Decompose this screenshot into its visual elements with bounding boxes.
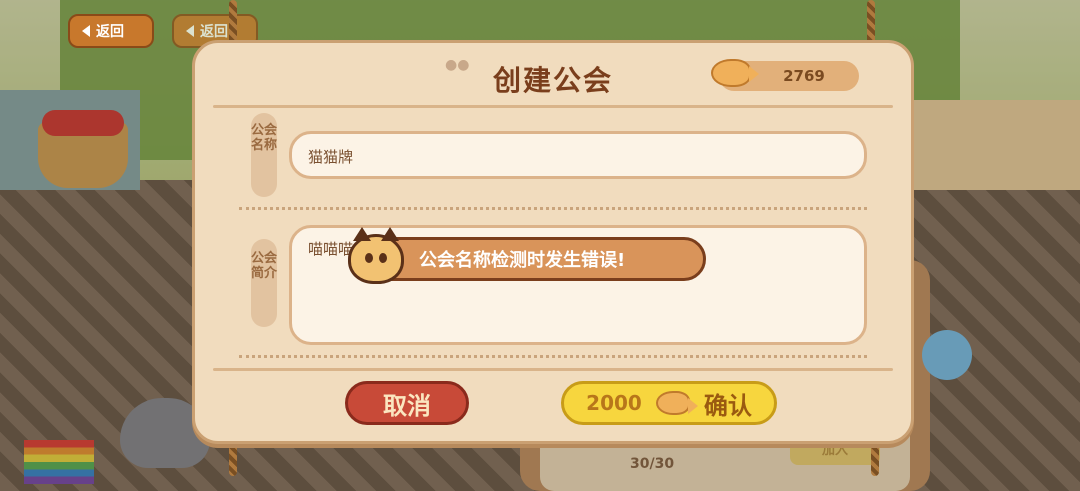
divider — [239, 355, 867, 358]
back-button[interactable]: 返回 — [68, 14, 154, 48]
desc-label-text: 公会简介 — [251, 251, 278, 281]
cat-ear — [381, 227, 399, 241]
cat-eye — [379, 253, 387, 263]
name-label-text: 公会名称 — [251, 123, 278, 153]
divider — [239, 207, 867, 210]
cat-ear — [353, 227, 371, 241]
fish-coin-icon — [711, 59, 759, 87]
confirm-button[interactable]: 2000 确认 — [561, 381, 777, 425]
guild-name-input[interactable]: 猫猫牌 — [289, 131, 867, 179]
cancel-button[interactable]: 取消 — [345, 381, 469, 425]
back-button-label: 返回 — [96, 24, 124, 40]
back-arrow-icon — [82, 25, 90, 37]
toast-message: 公会名称检测时发生错误! — [419, 250, 626, 271]
confirm-cost: 2000 — [586, 391, 642, 415]
confirm-label: 确认 — [703, 391, 752, 420]
back-arrow-icon — [186, 25, 194, 37]
back-button-label: 返回 — [200, 24, 228, 40]
error-toast: 公会名称检测时发生错误! — [370, 237, 706, 281]
desc-label: 公会简介 — [251, 239, 277, 327]
cat-face-icon — [348, 227, 404, 284]
currency-amount: 2769 — [783, 67, 825, 85]
divider — [213, 105, 893, 108]
name-label: 公会名称 — [251, 113, 277, 197]
divider — [213, 368, 893, 371]
fish-coin-icon — [655, 391, 698, 415]
cat-eye — [365, 253, 373, 263]
currency-display: 2769 — [711, 59, 859, 91]
